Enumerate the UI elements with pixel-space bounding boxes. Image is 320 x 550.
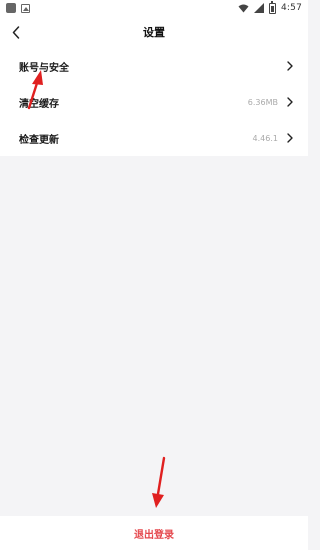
settings-item-label: 检查更新 [19, 134, 59, 146]
chevron-right-icon [286, 61, 294, 71]
chevron-right-icon [286, 97, 294, 107]
red-arrow-icon [152, 456, 166, 508]
status-bar: 4:57 [0, 0, 308, 16]
nav-bar: 设置 [0, 16, 308, 48]
chevron-left-icon [12, 25, 20, 39]
version-value: 4.46.1 [252, 133, 278, 143]
app-square-icon [6, 3, 16, 13]
settings-list: 账号与安全 清空缓存 6.36MB 检查更新 4.46.1 [0, 48, 308, 156]
settings-item-label: 账号与安全 [19, 62, 69, 74]
logout-label: 退出登录 [134, 529, 174, 541]
back-button[interactable] [8, 22, 24, 42]
status-bar-left [6, 3, 30, 13]
logout-button[interactable]: 退出登录 [0, 516, 308, 550]
page-title: 设置 [143, 26, 165, 39]
signal-icon [253, 3, 264, 13]
wifi-icon [238, 4, 249, 12]
settings-item-check-update[interactable]: 检查更新 4.46.1 [0, 120, 308, 156]
cache-size-value: 6.36MB [247, 97, 278, 107]
settings-item-label: 清空缓存 [19, 98, 59, 110]
image-icon [21, 3, 30, 13]
chevron-right-icon [286, 133, 294, 143]
settings-item-account-security[interactable]: 账号与安全 [0, 48, 308, 84]
status-time: 4:57 [280, 3, 302, 13]
battery-icon [268, 0, 276, 14]
status-bar-right: 4:57 [238, 0, 302, 14]
settings-item-clear-cache[interactable]: 清空缓存 6.36MB [0, 84, 308, 120]
